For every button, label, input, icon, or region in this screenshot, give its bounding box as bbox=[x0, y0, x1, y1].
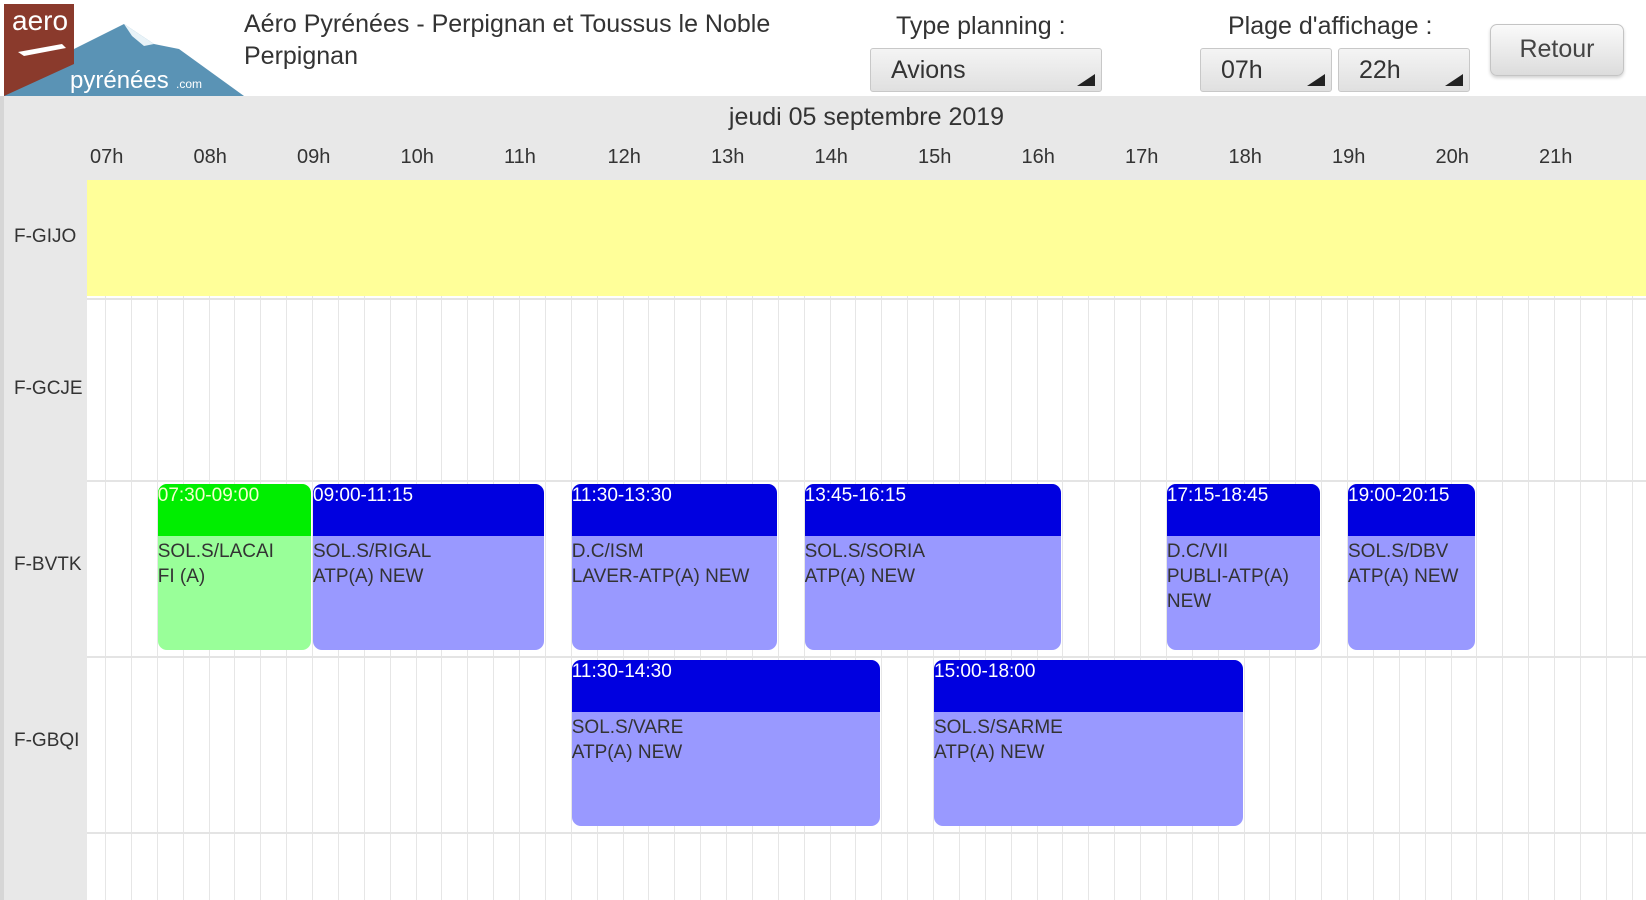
booking-time: 17:15-18:45 bbox=[1166, 484, 1321, 536]
booking-time: 09:00-11:15 bbox=[313, 484, 544, 536]
club-name-line1: Aéro Pyrénées - Perpignan et Toussus le … bbox=[244, 10, 771, 38]
booking-details: SOL.S/VARE ATP(A) NEW bbox=[571, 717, 684, 763]
aircraft-label-f-gbqi: F-GBQI bbox=[14, 730, 80, 751]
hour-label: 16h bbox=[1021, 146, 1055, 168]
planning-type-label: Type planning : bbox=[896, 12, 1066, 40]
svg-text:aero: aero bbox=[12, 5, 68, 36]
booking-block[interactable]: 13:45-16:15 SOL.S/SORIA ATP(A) NEW bbox=[804, 484, 1062, 650]
hour-label: 07h bbox=[90, 146, 124, 168]
booking-block[interactable]: 07:30-09:00 SOL.S/LACAI FI (A) bbox=[157, 484, 311, 650]
row-separator bbox=[87, 298, 1646, 300]
booking-time: 07:30-09:00 bbox=[157, 484, 311, 536]
hour-label: 21h bbox=[1539, 146, 1573, 168]
hour-label: 17h bbox=[1125, 146, 1159, 168]
row-separator bbox=[87, 832, 1646, 834]
hour-label: 11h bbox=[504, 146, 536, 168]
row-separator bbox=[87, 656, 1646, 658]
club-logo: aero pyrénées .com bbox=[4, 4, 244, 96]
hour-label: 12h bbox=[607, 146, 641, 168]
aircraft-label-f-gcje: F-GCJE bbox=[14, 378, 83, 399]
booking-block[interactable]: 09:00-11:15 SOL.S/RIGAL ATP(A) NEW bbox=[313, 484, 544, 650]
booking-block[interactable]: 11:30-13:30 D.C/ISM LAVER-ATP(A) NEW bbox=[571, 484, 777, 650]
back-button[interactable]: Retour bbox=[1490, 24, 1624, 76]
booking-block[interactable]: 17:15-18:45 D.C/VII PUBLI-ATP(A) NEW bbox=[1166, 484, 1321, 650]
hour-label: 10h bbox=[400, 146, 434, 168]
unavailable-band bbox=[87, 180, 1646, 296]
booking-time: 11:30-13:30 bbox=[571, 484, 777, 536]
booking-details: D.C/VII PUBLI-ATP(A) NEW bbox=[1166, 541, 1289, 612]
hour-label: 19h bbox=[1332, 146, 1366, 168]
booking-details: SOL.S/SORIA ATP(A) NEW bbox=[804, 541, 925, 587]
dropdown-arrow-icon bbox=[1307, 74, 1325, 86]
booking-time: 19:00-20:15 bbox=[1348, 484, 1476, 536]
range-end-value: 22h bbox=[1359, 56, 1401, 84]
hour-label: 13h bbox=[711, 146, 745, 168]
hour-label: 18h bbox=[1228, 146, 1262, 168]
planning-date: jeudi 05 septembre 2019 bbox=[87, 96, 1646, 138]
planning-type-select[interactable]: Avions bbox=[870, 48, 1102, 92]
hour-label: 20h bbox=[1435, 146, 1469, 168]
club-name: Aéro Pyrénées - Perpignan et Toussus le … bbox=[244, 8, 770, 72]
booking-details: SOL.S/DBV ATP(A) NEW bbox=[1348, 541, 1459, 587]
hours-header: 07h 08h 09h 10h 11h 12h 13h 14h 15h 16h 17h 18h 19h 2… bbox=[87, 138, 1646, 180]
dropdown-arrow-icon bbox=[1445, 74, 1463, 86]
booking-block[interactable]: 15:00-18:00 SOL.S/SARME ATP(A) NEW bbox=[934, 660, 1243, 826]
booking-block[interactable]: 11:30-14:30 SOL.S/VARE ATP(A) NEW bbox=[571, 660, 881, 826]
booking-time: 13:45-16:15 bbox=[804, 484, 1062, 536]
aircraft-label-f-gijo: F-GIJO bbox=[14, 226, 77, 247]
booking-time: 11:30-14:30 bbox=[571, 660, 881, 712]
booking-details: SOL.S/SARME ATP(A) NEW bbox=[934, 717, 1063, 763]
club-name-line2: Perpignan bbox=[244, 42, 358, 70]
range-start-select[interactable]: 07h bbox=[1200, 48, 1332, 92]
planning-grid: 07:30-09:00 SOL.S/LACAI FI (A) 09:00-11:15… bbox=[87, 180, 1646, 900]
hour-label: 09h bbox=[297, 146, 331, 168]
booking-time: 15:00-18:00 bbox=[934, 660, 1243, 712]
dropdown-arrow-icon bbox=[1077, 74, 1095, 86]
planning-screen: aero pyrénées .com Aéro Pyrénées - Perpi… bbox=[0, 0, 1646, 900]
row-separator bbox=[87, 480, 1646, 482]
hour-label: 08h bbox=[193, 146, 227, 168]
booking-details: D.C/ISM LAVER-ATP(A) NEW bbox=[571, 541, 750, 587]
display-range-label: Plage d'affichage : bbox=[1228, 12, 1433, 40]
aircraft-label-f-bvtk: F-BVTK bbox=[14, 554, 82, 575]
booking-block[interactable]: 19:00-20:15 SOL.S/DBV ATP(A) NEW bbox=[1348, 484, 1476, 650]
booking-details: SOL.S/LACAI FI (A) bbox=[157, 541, 274, 587]
aircraft-column bbox=[0, 96, 87, 900]
hour-label: 14h bbox=[814, 146, 848, 168]
range-start-value: 07h bbox=[1221, 56, 1263, 84]
svg-text:.com: .com bbox=[176, 77, 202, 91]
hour-label: 15h bbox=[918, 146, 952, 168]
svg-text:pyrénées: pyrénées bbox=[70, 67, 169, 94]
planning-type-value: Avions bbox=[891, 56, 966, 84]
booking-details: SOL.S/RIGAL ATP(A) NEW bbox=[313, 541, 432, 587]
range-end-select[interactable]: 22h bbox=[1338, 48, 1470, 92]
